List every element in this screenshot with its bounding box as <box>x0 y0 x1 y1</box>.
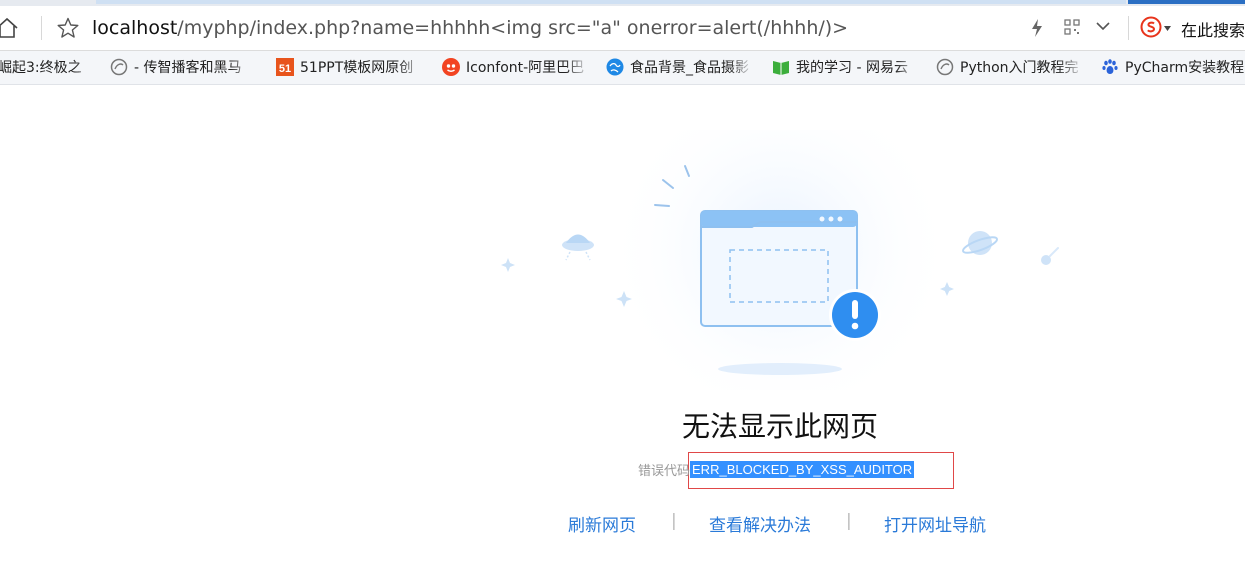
view-solutions-link[interactable]: 查看解决办法 <box>709 511 811 536</box>
address-bar: localhost/myphp/index.php?name=hhhhh<img… <box>0 6 1245 51</box>
error-code-row: 错误代码 ERR_BLOCKED_BY_XSS_AUDITOR <box>638 460 915 480</box>
bookmark-label: 崛起3:终极之 <box>0 60 82 76</box>
bookmark-label: 食品背景_食品摄影 <box>630 60 749 76</box>
active-tab-indicator <box>1128 0 1245 4</box>
bookmark-item[interactable]: 51 51PPT模板网原创 <box>276 57 424 77</box>
search-engine-logo-icon[interactable] <box>1140 16 1162 38</box>
blue-globe-icon <box>606 58 624 76</box>
lightning-icon[interactable] <box>1030 18 1044 38</box>
globe-icon <box>110 58 128 76</box>
iconfont-logo-icon <box>442 58 460 76</box>
51ppt-logo-icon: 51 <box>276 58 294 76</box>
meteor-icon <box>1041 247 1059 265</box>
planet-icon <box>961 231 999 255</box>
bookmark-label: 51PPT模板网原创 <box>300 60 414 76</box>
svg-text:51: 51 <box>279 63 291 75</box>
caret-down-icon[interactable] <box>1164 26 1171 31</box>
bookmark-item[interactable]: 食品背景_食品摄影 <box>606 57 754 77</box>
bookmark-label: PyCharm安装教程 <box>1125 60 1245 76</box>
bookmark-label: - 传智播客和黑马 <box>134 60 242 76</box>
bookmark-label: 我的学习 - 网易云 <box>796 60 908 76</box>
action-links: 刷新网页 | 查看解决办法 | 打开网址导航 <box>568 511 1008 536</box>
divider <box>1128 16 1129 40</box>
bookmark-item[interactable]: Iconfont-阿里巴巴 <box>442 57 590 77</box>
divider <box>41 16 42 40</box>
qr-code-icon[interactable] <box>1064 19 1080 35</box>
bookmark-label: Iconfont-阿里巴巴 <box>466 60 585 76</box>
error-code-label: 错误代码 <box>638 464 691 479</box>
link-separator: | <box>846 511 852 531</box>
bookmark-item[interactable]: 崛起3:终极之 <box>0 57 94 77</box>
refresh-link[interactable]: 刷新网页 <box>568 511 636 536</box>
chevron-down-icon[interactable] <box>1096 21 1110 31</box>
bookmark-item[interactable]: 我的学习 - 网易云 <box>772 57 920 77</box>
green-book-icon <box>773 61 789 75</box>
url-host: localhost <box>92 17 178 39</box>
bookmark-item[interactable]: PyCharm安装教程 <box>1101 57 1245 77</box>
url-path: /myphp/index.php?name=hhhhh<img src="a" … <box>177 17 849 39</box>
link-separator: | <box>671 511 677 531</box>
bookmarks-bar: 崛起3:终极之 - 传智播客和黑马 51 51PPT模板网原创 Iconfont… <box>0 51 1245 85</box>
error-illustration <box>501 130 1059 390</box>
shadow <box>718 363 842 375</box>
bookmark-item[interactable]: Python入门教程完 <box>936 57 1084 77</box>
ufo-icon <box>562 234 594 261</box>
error-code[interactable]: ERR_BLOCKED_BY_XSS_AUDITOR <box>690 461 915 478</box>
home-icon[interactable] <box>0 15 20 41</box>
tab-strip-segment <box>96 0 1126 4</box>
bookmark-item[interactable]: - 传智播客和黑马 <box>110 57 254 77</box>
url-field[interactable]: localhost/myphp/index.php?name=hhhhh<img… <box>92 16 848 40</box>
star-icon[interactable] <box>56 16 80 40</box>
search-box[interactable]: 在此搜索 <box>1181 17 1245 41</box>
bookmark-label: Python入门教程完 <box>960 60 1079 76</box>
globe-icon <box>936 58 954 76</box>
baidu-paw-icon <box>1102 59 1118 74</box>
alert-icon <box>829 289 881 341</box>
open-url-navigation-link[interactable]: 打开网址导航 <box>884 511 986 536</box>
error-title: 无法显示此网页 <box>681 410 878 443</box>
